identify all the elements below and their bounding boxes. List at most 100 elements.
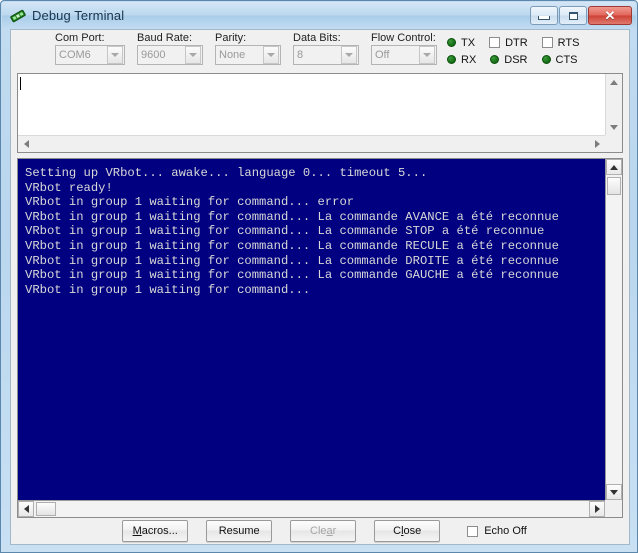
caret-right-icon	[595, 505, 600, 513]
send-input[interactable]	[18, 74, 605, 135]
send-input-horizontal-scrollbar[interactable]	[18, 135, 605, 152]
echo-off-checkbox-box[interactable]	[467, 526, 478, 537]
flow-control-select[interactable]: Off	[371, 45, 437, 65]
caret-down-icon	[610, 490, 618, 495]
scroll-left-button[interactable]	[18, 136, 34, 152]
parity-select[interactable]: None	[215, 45, 281, 65]
caret-up-icon	[610, 165, 618, 170]
chevron-down-icon[interactable]	[185, 46, 201, 64]
terminal-scroll-left-button[interactable]	[18, 501, 34, 517]
rts-label: RTS	[558, 37, 580, 49]
baud-rate-label: Baud Rate:	[137, 32, 211, 44]
debug-terminal-window: Debug Terminal ✕ Com Port: COM6	[0, 0, 638, 553]
send-input-vertical-scrollbar[interactable]	[605, 74, 622, 135]
flow-control-value: Off	[372, 49, 419, 61]
caret-left-icon	[24, 505, 29, 513]
terminal-output-text: Setting up VRbot... awake... language 0.…	[18, 159, 605, 500]
window-title: Debug Terminal	[32, 8, 529, 23]
cts-led-icon	[542, 55, 551, 64]
baud-rate-field: Baud Rate: 9600	[137, 32, 211, 65]
close-button-label-tail: ose	[404, 525, 422, 537]
caret-left-icon	[24, 140, 29, 148]
terminal-horizontal-scroll-thumb[interactable]	[36, 502, 56, 516]
caret-right-icon	[595, 140, 600, 148]
scrollbar-corner	[605, 135, 622, 152]
dsr-indicator: DSR	[490, 54, 527, 66]
data-bits-value: 8	[294, 49, 341, 61]
echo-off-label: Echo Off	[484, 525, 527, 537]
rx-label: RX	[461, 54, 476, 66]
rx-indicator: RX	[447, 54, 476, 66]
data-bits-select[interactable]: 8	[293, 45, 359, 65]
scroll-right-button[interactable]	[589, 136, 605, 152]
rts-checkbox-box[interactable]	[542, 37, 553, 48]
close-icon: ✕	[605, 9, 616, 22]
com-port-field: Com Port: COM6	[55, 32, 129, 65]
clear-button: Clear	[290, 520, 356, 542]
settings-toolbar: Com Port: COM6 Baud Rate: 9600 Parity: N…	[11, 30, 629, 72]
terminal-scroll-down-button[interactable]	[606, 484, 622, 500]
tx-label: TX	[461, 37, 475, 49]
title-bar[interactable]: Debug Terminal ✕	[2, 2, 636, 29]
parity-value: None	[216, 49, 263, 61]
scroll-up-button[interactable]	[606, 74, 622, 90]
echo-off-checkbox[interactable]: Echo Off	[467, 525, 527, 537]
com-port-label: Com Port:	[55, 32, 129, 44]
flow-control-field: Flow Control: Off	[371, 32, 449, 65]
dtr-checkbox[interactable]: DTR	[489, 37, 528, 49]
tx-indicator: TX	[447, 37, 475, 49]
action-button-bar: Macros... Resume Clear Close Echo Off	[11, 518, 629, 544]
maximize-icon	[569, 12, 578, 20]
minimize-button[interactable]	[530, 6, 558, 25]
terminal-scroll-right-button[interactable]	[589, 501, 605, 517]
scroll-down-button[interactable]	[606, 119, 622, 135]
resume-button[interactable]: Resume	[206, 520, 272, 542]
close-button[interactable]: ✕	[588, 6, 632, 25]
chevron-down-icon[interactable]	[419, 46, 435, 64]
caption-buttons: ✕	[529, 6, 632, 25]
cts-label: CTS	[556, 54, 578, 66]
terminal-scroll-up-button[interactable]	[606, 159, 622, 175]
close-button-label-head: C	[393, 525, 401, 537]
scrollbar-corner	[605, 500, 622, 517]
close-action-button[interactable]: Close	[374, 520, 440, 542]
data-bits-field: Data Bits: 8	[293, 32, 367, 65]
terminal-horizontal-scrollbar[interactable]	[18, 500, 605, 517]
chevron-down-icon[interactable]	[341, 46, 357, 64]
clear-button-label-tail: r	[333, 525, 337, 537]
dsr-label: DSR	[504, 54, 527, 66]
parity-field: Parity: None	[215, 32, 289, 65]
rx-led-icon	[447, 55, 456, 64]
data-bits-label: Data Bits:	[293, 32, 367, 44]
rts-checkbox[interactable]: RTS	[542, 37, 580, 49]
resume-button-label: Resume	[219, 525, 260, 537]
cts-indicator: CTS	[542, 54, 578, 66]
dtr-checkbox-box[interactable]	[489, 37, 500, 48]
text-caret	[20, 77, 21, 90]
macros-button[interactable]: Macros...	[122, 520, 188, 542]
send-input-box[interactable]	[17, 73, 623, 153]
dtr-label: DTR	[505, 37, 528, 49]
parity-label: Parity:	[215, 32, 289, 44]
tx-led-icon	[447, 38, 456, 47]
chevron-down-icon[interactable]	[107, 46, 123, 64]
terminal-vertical-scroll-thumb[interactable]	[607, 177, 621, 195]
dsr-led-icon	[490, 55, 499, 64]
maximize-button[interactable]	[559, 6, 587, 25]
baud-rate-value: 9600	[138, 49, 185, 61]
macros-button-mnemonic: M	[133, 525, 142, 537]
com-port-select[interactable]: COM6	[55, 45, 125, 65]
status-row-bottom: RX DSR CTS	[447, 51, 579, 68]
clear-button-label: Cle	[310, 525, 327, 537]
terminal-output-panel[interactable]: Setting up VRbot... awake... language 0.…	[17, 158, 623, 518]
terminal-vertical-scrollbar[interactable]	[605, 159, 622, 500]
client-area: Com Port: COM6 Baud Rate: 9600 Parity: N…	[10, 29, 630, 545]
status-row-top: TX DTR RTS	[447, 34, 579, 51]
macros-button-label: acros...	[142, 525, 178, 537]
flow-control-label: Flow Control:	[371, 32, 449, 44]
chevron-down-icon[interactable]	[263, 46, 279, 64]
caret-down-icon	[610, 125, 618, 130]
com-port-value: COM6	[56, 49, 107, 61]
minimize-icon	[538, 16, 550, 20]
baud-rate-select[interactable]: 9600	[137, 45, 203, 65]
